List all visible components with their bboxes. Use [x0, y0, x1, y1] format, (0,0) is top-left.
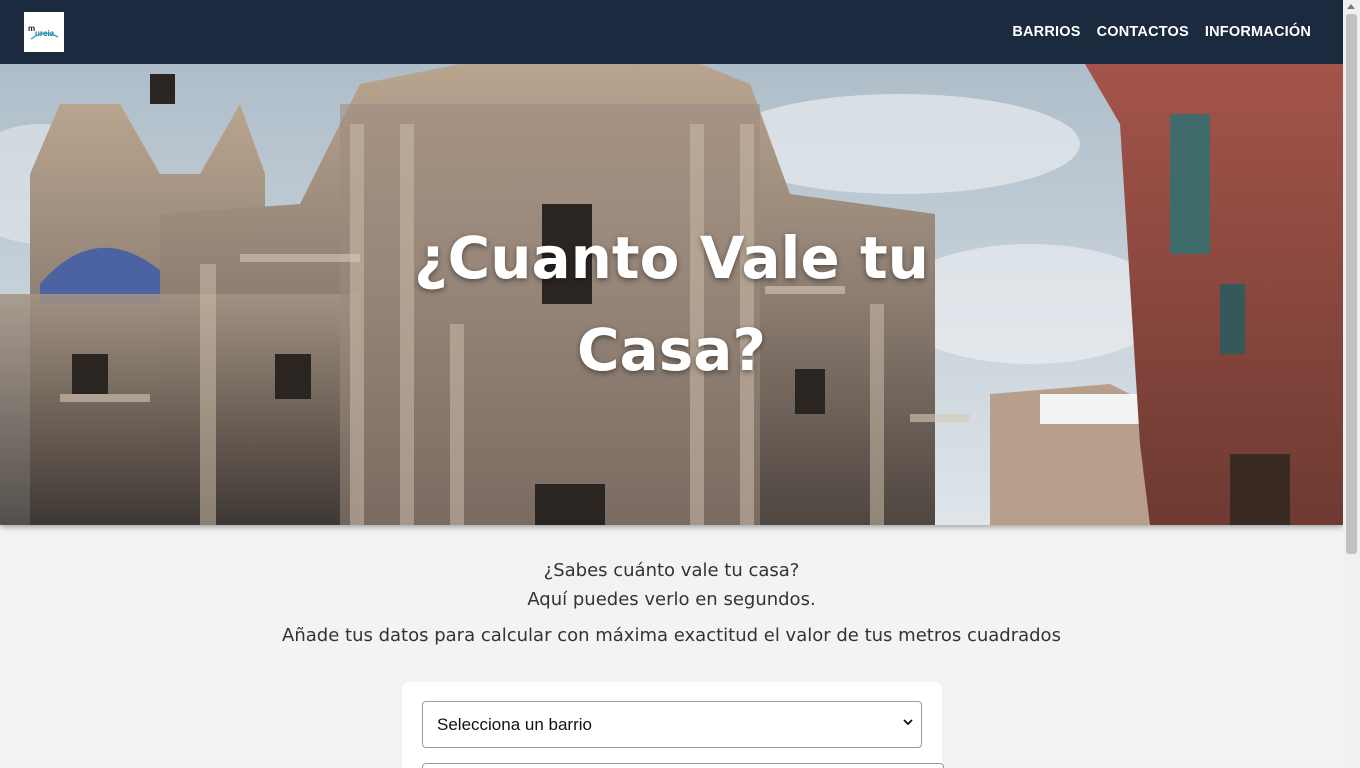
barrio-select[interactable]: Selecciona un barrio — [422, 701, 922, 748]
scroll-up-arrow-icon[interactable] — [1347, 4, 1355, 9]
nav-link-contactos[interactable]: CONTACTOS — [1097, 24, 1189, 40]
valuation-form-card: Selecciona un barrio — [402, 682, 944, 768]
hero-banner: ¿Cuanto Vale tu Casa? — [0, 64, 1343, 525]
intro-subtitle: Aquí puedes verlo en segundos. — [527, 589, 816, 610]
nav-links: BARRIOS CONTACTOS INFORMACIÓN — [1012, 24, 1311, 40]
navbar: m urcia BARRIOS CONTACTOS INFORMACIÓN — [0, 0, 1343, 64]
next-form-field[interactable] — [422, 763, 944, 768]
nav-link-informacion[interactable]: INFORMACIÓN — [1205, 24, 1311, 40]
murcia-logo-icon: m urcia — [28, 24, 59, 40]
intro-question: ¿Sabes cuánto vale tu casa? — [543, 560, 800, 581]
intro-instructions: Añade tus datos para calcular con máxima… — [282, 625, 1061, 646]
barrio-select-value: Selecciona un barrio — [437, 714, 592, 734]
page-scrollbar[interactable] — [1343, 0, 1360, 768]
chevron-down-icon — [903, 719, 913, 726]
scrollbar-thumb[interactable] — [1346, 14, 1357, 554]
site-logo[interactable]: m urcia — [24, 12, 64, 52]
hero-title: ¿Cuanto Vale tu Casa? — [414, 224, 929, 384]
nav-link-barrios[interactable]: BARRIOS — [1012, 24, 1080, 40]
